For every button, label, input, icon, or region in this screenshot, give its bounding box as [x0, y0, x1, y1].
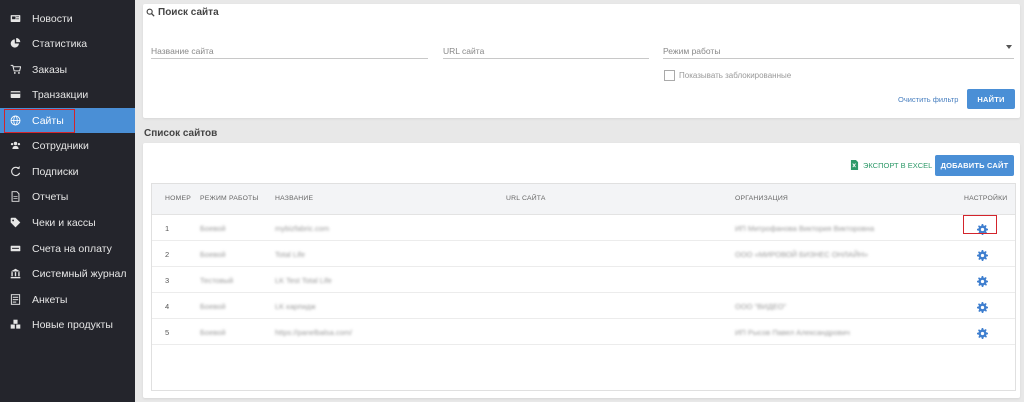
sidebar-item-label: Анкеты [32, 293, 68, 306]
sidebar-item-label: Отчеты [32, 190, 69, 203]
column-organization[interactable]: ОРГАНИЗАЦИЯ [735, 195, 788, 202]
show-blocked-checkbox[interactable] [664, 70, 675, 81]
sidebar-item-system-log[interactable]: Системный журнал [0, 261, 135, 286]
mode-select-input[interactable] [663, 46, 1014, 56]
invoice-icon [8, 242, 22, 256]
sidebar-item-label: Сотрудники [32, 139, 89, 152]
sidebar-item-orders[interactable]: Заказы [0, 57, 135, 82]
row-name: https://panelbalsa.com/ [275, 328, 353, 337]
row-number: 4 [165, 302, 170, 311]
sidebar-item-receipts[interactable]: Чеки и кассы [0, 210, 135, 235]
sidebar-item-news[interactable]: Новости [0, 6, 135, 31]
column-url[interactable]: URL САЙТА [506, 195, 546, 202]
export-excel-label: ЭКСПОРТ В EXCEL [863, 160, 933, 170]
sidebar-item-label: Подписки [32, 165, 79, 178]
row-organization: ИП Рысов Павел Александрович [735, 328, 850, 337]
sidebar-item-label: Сайты [32, 114, 64, 127]
sidebar-item-label: Заказы [32, 63, 68, 76]
search-title-text: Поиск сайта [158, 7, 219, 18]
users-icon [8, 139, 22, 153]
row-name: Total Life [275, 250, 306, 259]
sidebar-item-label: Статистика [32, 37, 88, 50]
row-organization: ООО "ВИДЕО" [735, 302, 787, 311]
sidebar-item-label: Новые продукты [32, 318, 113, 331]
site-name-field[interactable] [151, 41, 428, 59]
table-row[interactable]: 4 Боевой LK карпидж ООО "ВИДЕО" [152, 293, 1015, 319]
site-name-input[interactable] [151, 46, 428, 56]
search-panel-title: Поиск сайта [146, 7, 219, 18]
sidebar-item-employees[interactable]: Сотрудники [0, 133, 135, 158]
site-list-title: Список сайтов [144, 128, 218, 139]
show-blocked-label: Показывать заблокированные [679, 71, 792, 80]
row-mode: Боевой [200, 328, 226, 337]
file-icon [8, 190, 22, 204]
sidebar-item-new-products[interactable]: Новые продукты [0, 312, 135, 337]
form-icon [8, 293, 22, 307]
sites-table: НОМЕР РЕЖИМ РАБОТЫ НАЗВАНИЕ URL САЙТА ОР… [151, 183, 1016, 391]
cart-icon [8, 63, 22, 77]
gear-icon[interactable] [977, 222, 988, 235]
find-button[interactable]: НАЙТИ [967, 89, 1015, 109]
excel-file-icon [850, 160, 859, 170]
sidebar-item-subscriptions[interactable]: Подписки [0, 159, 135, 184]
sidebar: Новости Статистика Заказы Транзакции Сай… [0, 0, 135, 402]
column-name[interactable]: НАЗВАНИЕ [275, 195, 313, 202]
bank-icon [8, 267, 22, 281]
row-mode: Боевой [200, 224, 226, 233]
mode-select[interactable] [663, 41, 1014, 59]
table-row[interactable]: 5 Боевой https://panelbalsa.com/ ИП Рысо… [152, 319, 1015, 345]
site-url-field[interactable] [443, 41, 649, 59]
cubes-icon [8, 318, 22, 332]
row-number: 1 [165, 224, 170, 233]
clear-filter-button[interactable]: Очистить фильтр [898, 95, 958, 104]
table-row[interactable]: 2 Боевой Total Life ООО «МИРОВОЙ БИЗНЕС … [152, 241, 1015, 267]
gear-icon[interactable] [977, 248, 988, 261]
column-number[interactable]: НОМЕР [165, 195, 191, 202]
sidebar-item-label: Системный журнал [32, 267, 127, 280]
sidebar-item-invoices[interactable]: Счета на оплату [0, 236, 135, 261]
column-mode[interactable]: РЕЖИМ РАБОТЫ [200, 195, 259, 202]
row-number: 3 [165, 276, 170, 285]
globe-icon [8, 114, 22, 128]
search-icon [146, 8, 155, 17]
row-number: 2 [165, 250, 170, 259]
add-site-button[interactable]: ДОБАВИТЬ САЙТ [935, 155, 1014, 176]
row-organization: ИП Митрофанова Виктория Викторовна [735, 224, 875, 233]
row-mode: Боевой [200, 302, 226, 311]
table-row[interactable]: 3 Тестовый LK Test Total Life [152, 267, 1015, 293]
newspaper-icon [8, 12, 22, 26]
row-name: mybizfabric.com [275, 224, 330, 233]
sidebar-item-forms[interactable]: Анкеты [0, 287, 135, 312]
table-row[interactable]: 1 Боевой mybizfabric.com ИП Митрофанова … [152, 215, 1015, 241]
sidebar-item-statistics[interactable]: Статистика [0, 31, 135, 56]
column-settings: НАСТРОЙКИ [964, 195, 1008, 202]
gear-icon[interactable] [977, 326, 988, 339]
search-panel: Поиск сайта [143, 4, 1020, 118]
refresh-icon [8, 165, 22, 179]
credit-card-icon [8, 88, 22, 102]
sidebar-item-label: Транзакции [32, 88, 89, 101]
table-header: НОМЕР РЕЖИМ РАБОТЫ НАЗВАНИЕ URL САЙТА ОР… [152, 184, 1015, 215]
pie-chart-icon [8, 37, 22, 51]
row-organization: ООО «МИРОВОЙ БИЗНЕС ОНЛАЙН» [735, 250, 869, 259]
sidebar-item-transactions[interactable]: Транзакции [0, 82, 135, 107]
row-name: LK карпидж [275, 302, 316, 311]
row-mode: Боевой [200, 250, 226, 259]
sidebar-item-sites[interactable]: Сайты [0, 108, 135, 133]
site-url-input[interactable] [443, 46, 649, 56]
row-name: LK Test Total Life [275, 276, 332, 285]
sidebar-item-label: Чеки и кассы [32, 216, 96, 229]
gear-icon[interactable] [977, 300, 988, 313]
sidebar-item-label: Счета на оплату [32, 242, 112, 255]
tag-icon [8, 216, 22, 230]
row-mode: Тестовый [200, 276, 234, 285]
chevron-down-icon [1006, 45, 1012, 49]
sidebar-item-reports[interactable]: Отчеты [0, 184, 135, 209]
export-excel-button[interactable]: ЭКСПОРТ В EXCEL [850, 160, 932, 170]
sidebar-item-label: Новости [32, 12, 73, 25]
row-number: 5 [165, 328, 170, 337]
gear-icon[interactable] [977, 274, 988, 287]
